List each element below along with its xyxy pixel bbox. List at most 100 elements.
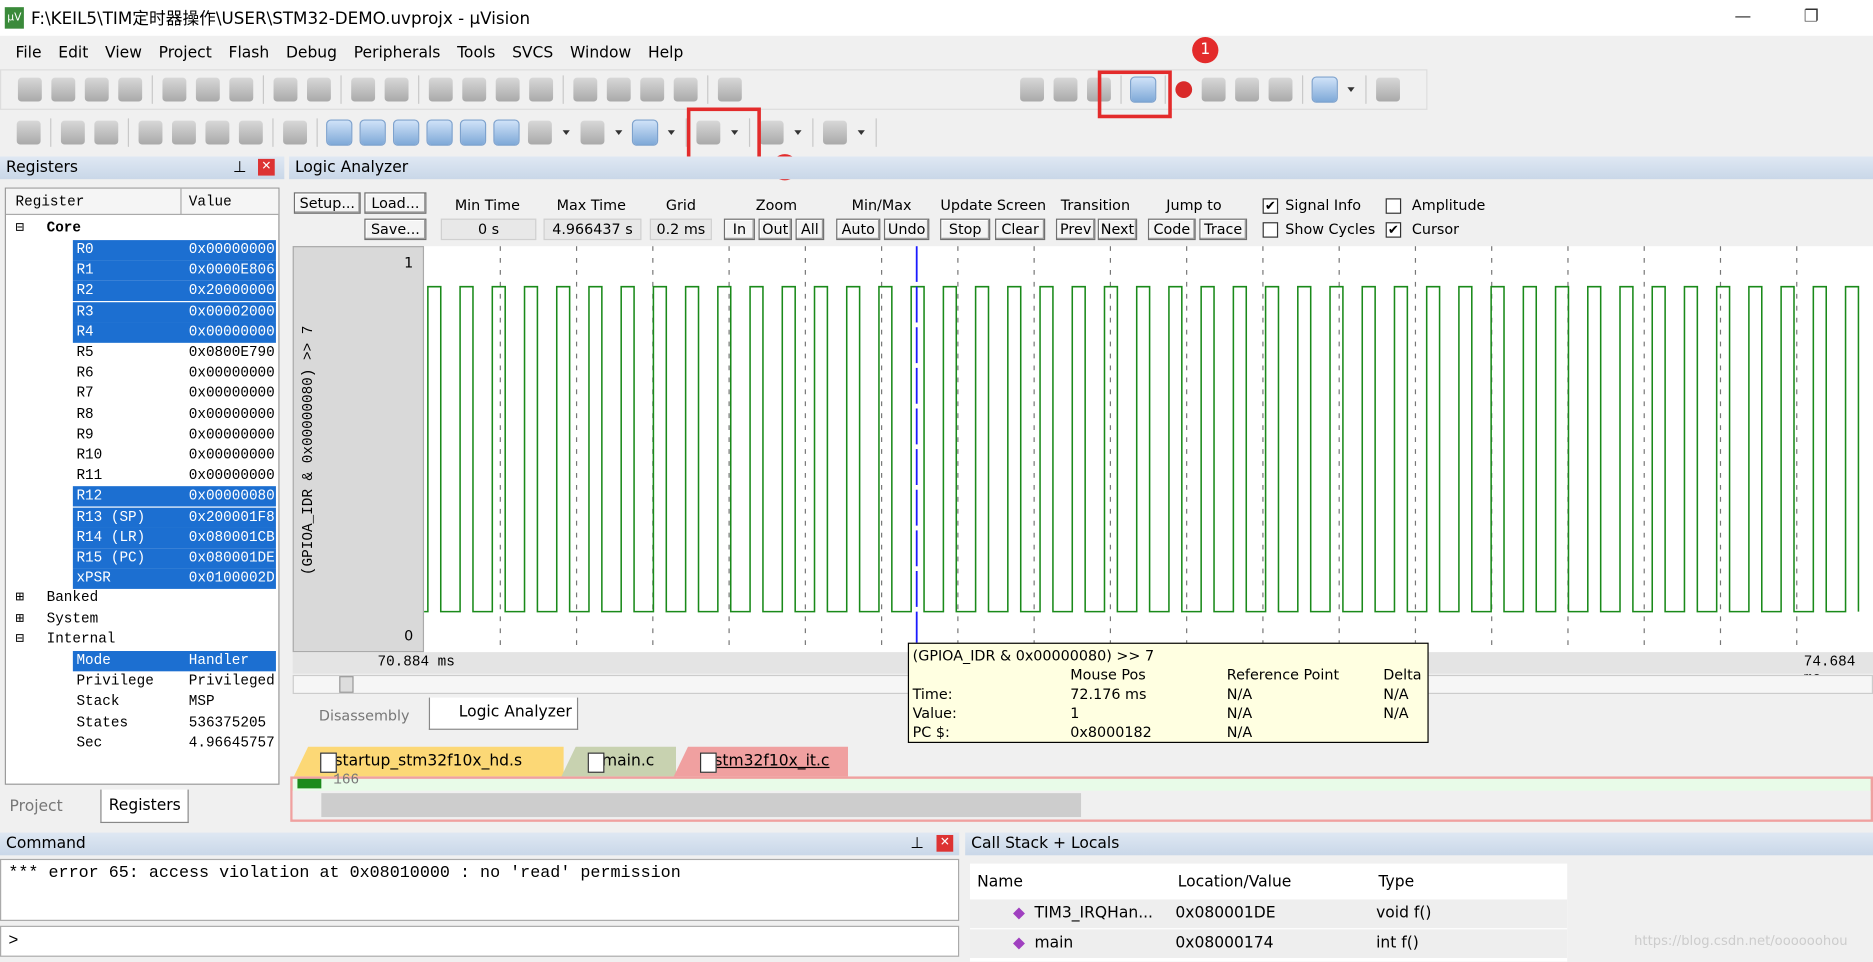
undo-icon[interactable]: [273, 77, 298, 102]
tab-registers[interactable]: Registers: [100, 789, 190, 824]
auto-button[interactable]: Auto: [836, 218, 881, 241]
cut-icon[interactable]: [162, 77, 187, 102]
code-button[interactable]: Code: [1147, 218, 1196, 241]
register-row[interactable]: R3 0x00002000: [72, 301, 276, 323]
copy-icon[interactable]: [195, 77, 220, 102]
command-window-icon[interactable]: [326, 119, 353, 146]
close-icon[interactable]: ✕: [936, 834, 954, 852]
chevron-down-icon[interactable]: [793, 121, 803, 145]
disable-all-breakpoints-icon[interactable]: [1235, 77, 1260, 102]
load-button[interactable]: Load...: [364, 192, 427, 214]
configure-icon[interactable]: [1376, 77, 1400, 102]
uncomment-icon[interactable]: [673, 77, 698, 102]
group-system[interactable]: System: [47, 610, 99, 627]
col-register[interactable]: Register: [16, 189, 85, 215]
menu-svcs[interactable]: SVCS: [504, 44, 562, 62]
register-row[interactable]: R14 (LR) 0x080001CB: [72, 527, 276, 549]
command-input[interactable]: >: [0, 925, 960, 957]
reset-icon[interactable]: [16, 120, 41, 145]
chevron-down-icon[interactable]: [614, 121, 624, 145]
register-row[interactable]: Privilege Privileged: [73, 672, 276, 692]
register-row[interactable]: R11 0x00000000: [73, 466, 276, 486]
register-row[interactable]: R9 0x00000000: [73, 425, 276, 445]
save-icon[interactable]: [84, 77, 109, 102]
minimize-button[interactable]: —: [1734, 7, 1751, 26]
chevron-down-icon[interactable]: [667, 121, 677, 145]
waveform-plot[interactable]: [424, 246, 1873, 653]
symbols-window-icon[interactable]: [392, 119, 420, 146]
callstack-row[interactable]: ◆ main 0x08000174 int f(): [969, 929, 1568, 959]
forward-icon[interactable]: [384, 77, 409, 102]
bookmark-prev-icon[interactable]: [462, 77, 487, 102]
redo-icon[interactable]: [306, 77, 331, 102]
zoom-all-button[interactable]: All: [795, 218, 825, 241]
analysis-window-icon[interactable]: [631, 119, 659, 146]
menu-flash[interactable]: Flash: [220, 44, 277, 62]
expand-icon[interactable]: ⊞: [16, 609, 25, 627]
group-internal[interactable]: Internal: [47, 630, 116, 647]
dropdown-icon[interactable]: [1020, 77, 1045, 102]
tab-logic-analyzer[interactable]: Logic Analyzer: [428, 697, 579, 730]
editor-scrollbar[interactable]: [292, 790, 1871, 820]
save-all-icon[interactable]: [118, 77, 143, 102]
stop-icon[interactable]: [94, 120, 119, 145]
collapse-icon[interactable]: ⊟: [16, 629, 25, 647]
register-row[interactable]: R2 0x20000000: [72, 281, 276, 302]
col-location[interactable]: Location/Value: [1178, 873, 1292, 891]
register-row[interactable]: xPSR 0x0100002D: [72, 568, 276, 590]
window-layout-icon[interactable]: [1311, 76, 1338, 103]
tab-project[interactable]: Project: [10, 798, 63, 816]
kill-breakpoints-icon[interactable]: [1268, 77, 1293, 102]
watch-window-icon[interactable]: [493, 119, 520, 146]
col-type[interactable]: Type: [1378, 873, 1414, 891]
core-group[interactable]: Core: [47, 220, 81, 237]
run-icon[interactable]: [60, 120, 85, 145]
col-name[interactable]: Name: [977, 873, 1023, 891]
paste-icon[interactable]: [229, 77, 254, 102]
step-out-icon[interactable]: [205, 120, 230, 145]
menu-help[interactable]: Help: [640, 44, 692, 62]
amplitude-checkbox[interactable]: [1385, 198, 1402, 214]
register-row[interactable]: States 536375205: [73, 713, 276, 733]
find-in-files-icon[interactable]: [717, 77, 742, 102]
back-icon[interactable]: [351, 77, 376, 102]
show-cycles-checkbox[interactable]: [1262, 222, 1279, 238]
chevron-down-icon[interactable]: [1346, 78, 1356, 102]
toolbox-icon[interactable]: [823, 120, 847, 145]
code-editor[interactable]: 166: [290, 772, 1873, 822]
zoom-out-button[interactable]: Out: [758, 218, 792, 241]
comment-icon[interactable]: [640, 77, 665, 102]
expander-icon[interactable]: ⊟: [16, 219, 25, 237]
menu-window[interactable]: Window: [562, 44, 640, 62]
cursor-checkbox[interactable]: ✔: [1385, 222, 1402, 238]
system-viewer-icon[interactable]: [759, 120, 784, 145]
close-icon[interactable]: ✕: [258, 158, 275, 176]
call-stack-window-icon[interactable]: [459, 119, 487, 146]
menu-tools[interactable]: Tools: [449, 44, 504, 62]
zoom-in-button[interactable]: In: [723, 218, 755, 241]
restore-button[interactable]: ❐: [1804, 7, 1819, 26]
save-button[interactable]: Save...: [364, 218, 427, 241]
clear-button[interactable]: Clear: [995, 218, 1046, 241]
register-row[interactable]: R1 0x0000E806: [72, 260, 276, 281]
new-file-icon[interactable]: [17, 77, 42, 102]
tab-disassembly[interactable]: Disassembly: [293, 701, 424, 730]
find-icon[interactable]: [1053, 77, 1078, 102]
menu-project[interactable]: Project: [150, 44, 220, 62]
register-row[interactable]: R6 0x00000000: [73, 363, 276, 383]
insert-breakpoint-icon[interactable]: [1175, 81, 1193, 98]
register-row[interactable]: R13 (SP) 0x200001F8: [72, 507, 276, 528]
chevron-down-icon[interactable]: [561, 121, 571, 145]
undo-button[interactable]: Undo: [883, 218, 930, 241]
menu-debug[interactable]: Debug: [278, 44, 346, 62]
editor-tab-main[interactable]: main.c: [561, 746, 677, 777]
register-row[interactable]: R7 0x00000000: [73, 384, 276, 404]
register-row[interactable]: R4 0x00000000: [72, 322, 276, 343]
register-row[interactable]: R8 0x00000000: [73, 404, 276, 424]
memory-window-icon[interactable]: [527, 120, 552, 145]
registers-window-icon[interactable]: [426, 119, 453, 146]
step-into-icon[interactable]: [138, 120, 163, 145]
editor-tab-it[interactable]: stm32f10x_it.c: [673, 746, 849, 777]
callstack-row[interactable]: ◆ TIM3_IRQHan... 0x080001DE void f(): [969, 899, 1568, 929]
signal-info-checkbox[interactable]: ✔: [1262, 198, 1279, 214]
